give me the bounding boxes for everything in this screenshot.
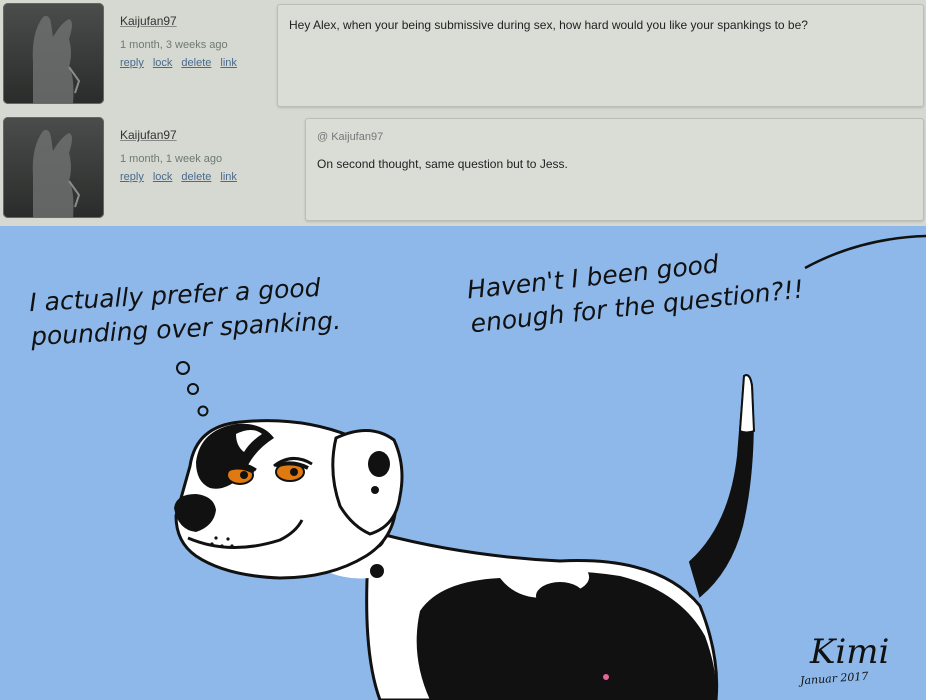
comment-username[interactable]: Kaijufan97 — [120, 14, 246, 28]
reply-link[interactable]: reply — [120, 171, 144, 183]
avatar-silhouette-icon — [32, 15, 81, 104]
avatar[interactable] — [3, 3, 104, 104]
comment-text: Hey Alex, when your being submissive dur… — [289, 18, 808, 32]
lock-link[interactable]: lock — [153, 171, 173, 183]
lock-link[interactable]: lock — [153, 57, 173, 69]
comment-timestamp: 1 month, 3 weeks ago — [120, 39, 228, 51]
comments-section: Kaijufan97 1 month, 3 weeks ago reply loc… — [0, 0, 926, 226]
comment: Kaijufan97 1 month, 1 week ago reply lock… — [0, 114, 926, 227]
quote-username[interactable]: @ Kaijufan97 — [317, 131, 383, 143]
comment-timestamp: 1 month, 1 week ago — [120, 153, 223, 165]
reply-link[interactable]: reply — [120, 57, 144, 69]
artist-signature: Kimi — [810, 632, 890, 672]
delete-link[interactable]: delete — [181, 57, 211, 69]
comment-bubble: @ Kaijufan97 On second thought, same que… — [305, 118, 924, 221]
permalink-link[interactable]: link — [220, 57, 237, 69]
delete-link[interactable]: delete — [181, 171, 211, 183]
comment-bubble: Hey Alex, when your being submissive dur… — [277, 4, 924, 107]
comment-actions: reply lock delete link — [120, 57, 246, 69]
comment-username[interactable]: Kaijufan97 — [120, 128, 246, 142]
illustration: I actually prefer a good pounding over s… — [0, 226, 926, 700]
thought-bubble-dot — [187, 383, 199, 395]
avatar[interactable] — [3, 117, 104, 218]
comment-meta: Kaijufan97 1 month, 1 week ago reply lock… — [120, 128, 246, 183]
comment-meta: Kaijufan97 1 month, 3 weeks ago reply loc… — [120, 14, 246, 69]
avatar-silhouette-icon — [32, 129, 81, 218]
speech-tail — [804, 234, 926, 270]
thought-bubble-dot — [197, 405, 209, 417]
thought-bubble-dot — [176, 361, 190, 375]
comment-text: On second thought, same question but to … — [317, 157, 568, 171]
comment: Kaijufan97 1 month, 3 weeks ago reply loc… — [0, 0, 926, 113]
comment-actions: reply lock delete link — [120, 171, 246, 183]
permalink-link[interactable]: link — [220, 171, 237, 183]
